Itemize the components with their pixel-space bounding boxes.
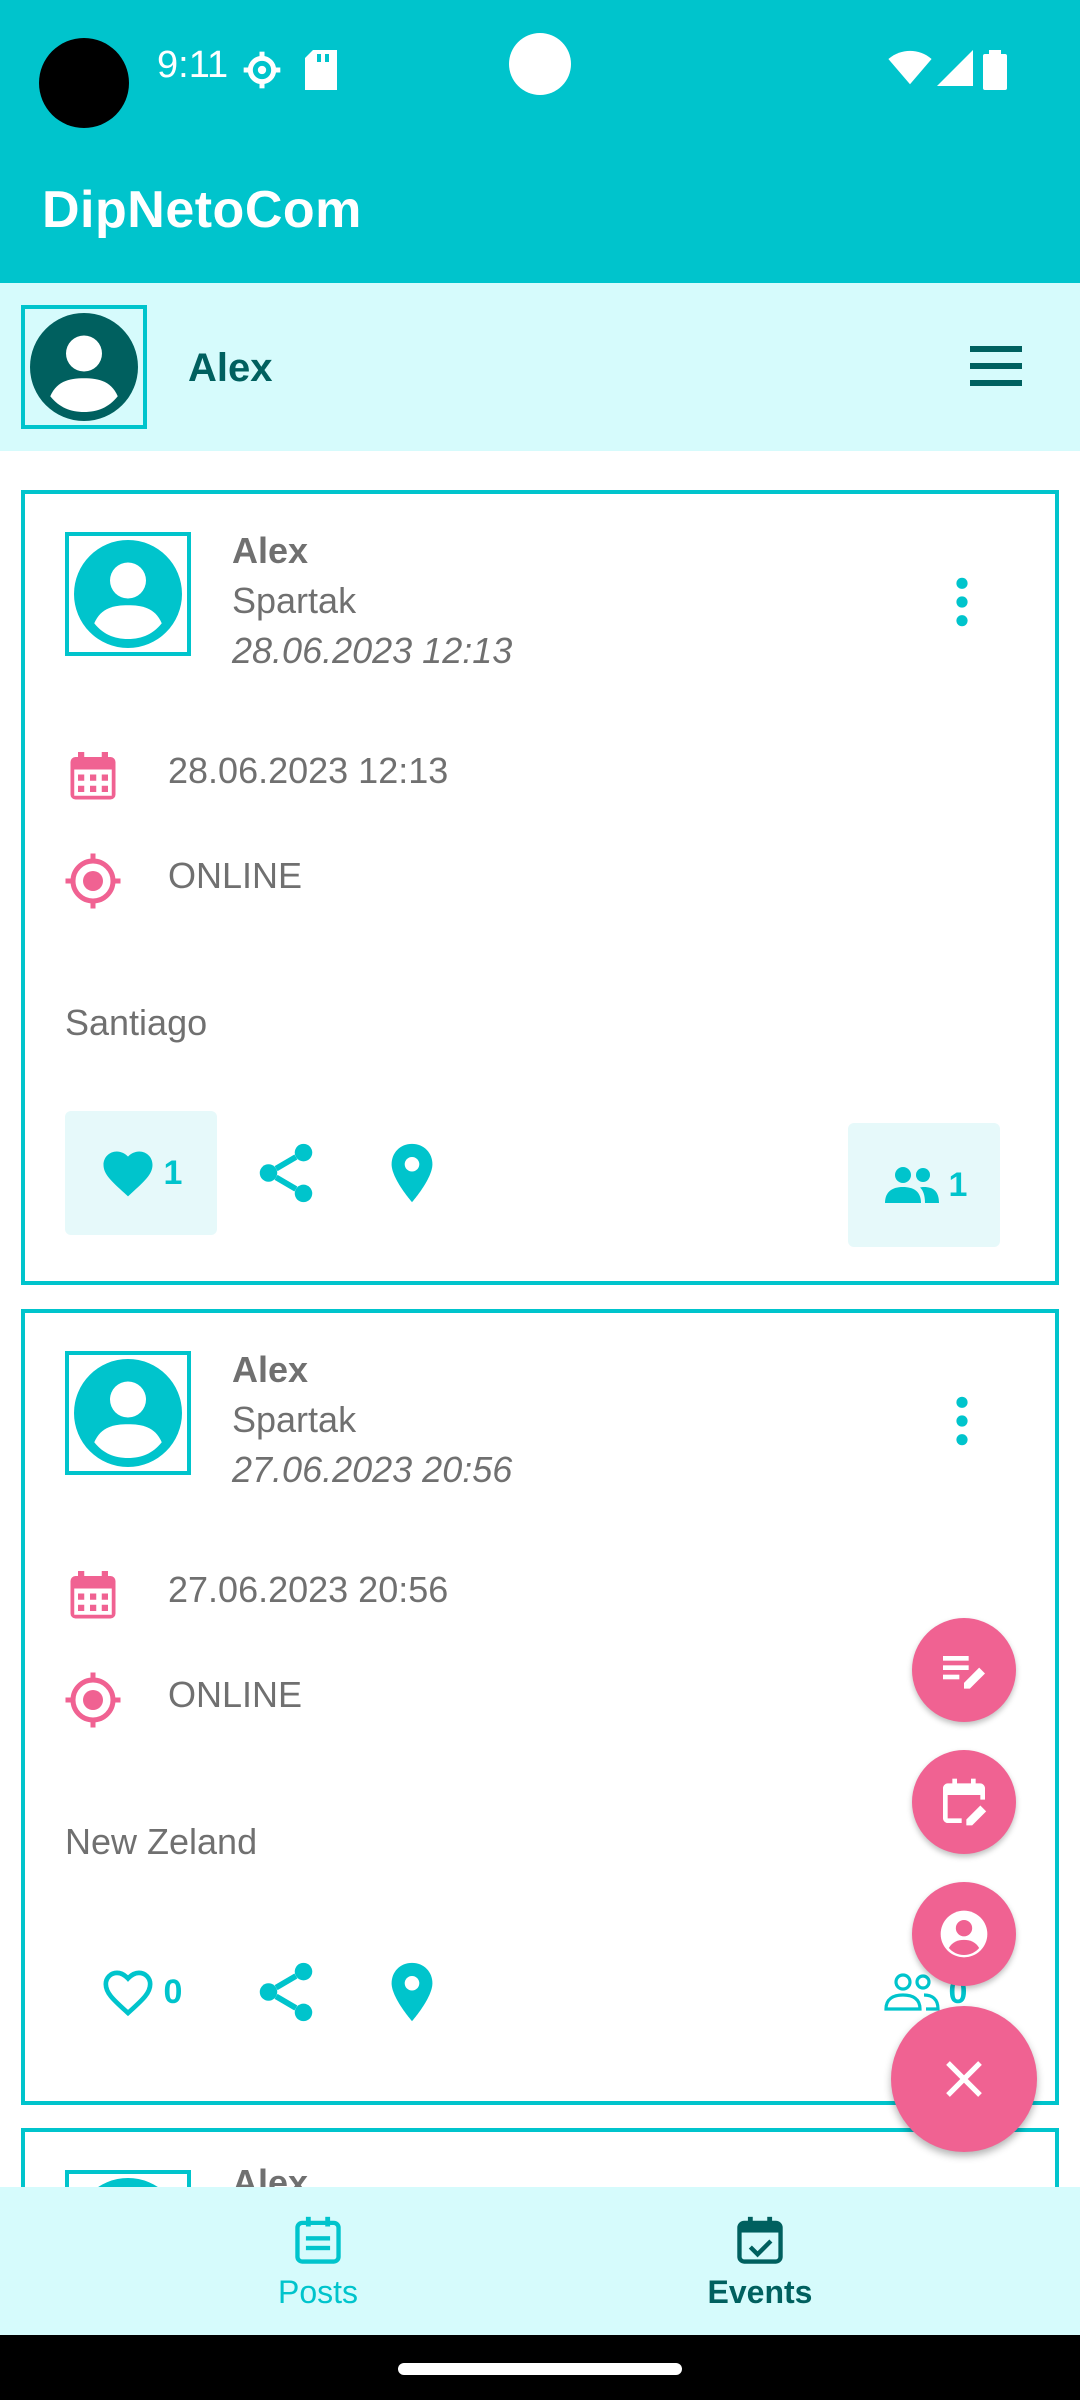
account-icon (98, 2178, 158, 2187)
sdcard-status-icon (305, 50, 337, 90)
published-date: 27.06.2023 20:56 (232, 1449, 513, 1490)
user-avatar[interactable] (21, 305, 147, 429)
author-avatar[interactable] (65, 2170, 191, 2187)
author-job: Spartak (232, 580, 357, 621)
target-icon (65, 1672, 121, 1728)
people-outline-icon (883, 1973, 940, 2011)
settings-status-icon (243, 51, 281, 89)
calendar-icon (70, 752, 116, 800)
event-datetime: 28.06.2023 12:13 (168, 750, 449, 791)
like-button[interactable]: 1 (65, 1111, 217, 1235)
more-vert-icon[interactable] (947, 574, 977, 630)
account-circle-icon (940, 1910, 988, 1958)
camera-cutout (39, 38, 129, 128)
user-header (0, 283, 1080, 451)
battery-status-icon (983, 50, 1007, 90)
signal-status-icon (937, 50, 973, 86)
nav-posts-label: Posts (277, 2273, 359, 2310)
share-icon[interactable] (251, 1957, 321, 2027)
event-available-icon (737, 2216, 783, 2264)
event-card[interactable]: Alex Spartak 27.06.2023 20:56 27.06.2023… (21, 1309, 1059, 2105)
new-post-fab[interactable] (912, 1618, 1016, 1722)
author-name: Alex (232, 2162, 309, 2187)
participants-button[interactable]: 1 (848, 1123, 1000, 1247)
heart-outline-icon (103, 1970, 153, 2017)
wifi-status-icon (888, 50, 932, 85)
like-count: 0 (163, 1972, 183, 2011)
event-datetime: 27.06.2023 20:56 (168, 1569, 449, 1610)
author-job: Spartak (232, 1399, 357, 1440)
bottom-navigation: Posts Events (0, 2187, 1080, 2335)
profile-fab[interactable] (912, 1882, 1016, 1986)
account-icon (74, 1359, 182, 1467)
more-vert-icon[interactable] (947, 1393, 977, 1449)
people-icon (884, 1167, 939, 1203)
event-card[interactable]: Alex Spartak 28.06.2023 12:13 28.06.2023… (21, 490, 1059, 1285)
participants-count: 1 (948, 1165, 968, 1204)
share-icon[interactable] (251, 1138, 321, 1208)
posts-icon (295, 2216, 341, 2264)
home-indicator[interactable] (398, 2363, 682, 2375)
event-content: New Zeland (65, 1821, 258, 1862)
user-name: Alex (188, 346, 273, 390)
like-count: 1 (163, 1153, 183, 1192)
account-icon (30, 313, 138, 421)
author-name: Alex (232, 1349, 309, 1390)
menu-icon[interactable] (966, 340, 1026, 392)
status-time: 9:11 (157, 44, 229, 86)
close-fab[interactable] (891, 2006, 1037, 2152)
app-title: DipNetoCom (42, 181, 362, 239)
target-icon (65, 853, 121, 909)
close-icon (946, 2061, 982, 2097)
heart-filled-icon (103, 1151, 153, 1197)
nav-events-label: Events (707, 2273, 813, 2310)
event-card[interactable]: Alex (21, 2128, 1059, 2187)
new-event-fab[interactable] (912, 1750, 1016, 1854)
account-icon (74, 540, 182, 648)
author-avatar[interactable] (65, 532, 191, 656)
status-dot (509, 33, 571, 95)
edit-note-icon (943, 1656, 985, 1689)
author-avatar[interactable] (65, 1351, 191, 1475)
event-type: ONLINE (168, 855, 303, 896)
nav-events[interactable]: Events (490, 2187, 1030, 2335)
like-button[interactable]: 0 (65, 1930, 217, 2054)
event-type: ONLINE (168, 1674, 303, 1715)
event-content: Santiago (65, 1002, 208, 1043)
published-date: 28.06.2023 12:13 (232, 630, 513, 671)
calendar-icon (70, 1571, 116, 1619)
location-pin-icon[interactable] (377, 1957, 447, 2027)
edit-calendar-icon (943, 1778, 987, 1826)
author-name: Alex (232, 530, 309, 571)
location-pin-icon[interactable] (377, 1138, 447, 1208)
